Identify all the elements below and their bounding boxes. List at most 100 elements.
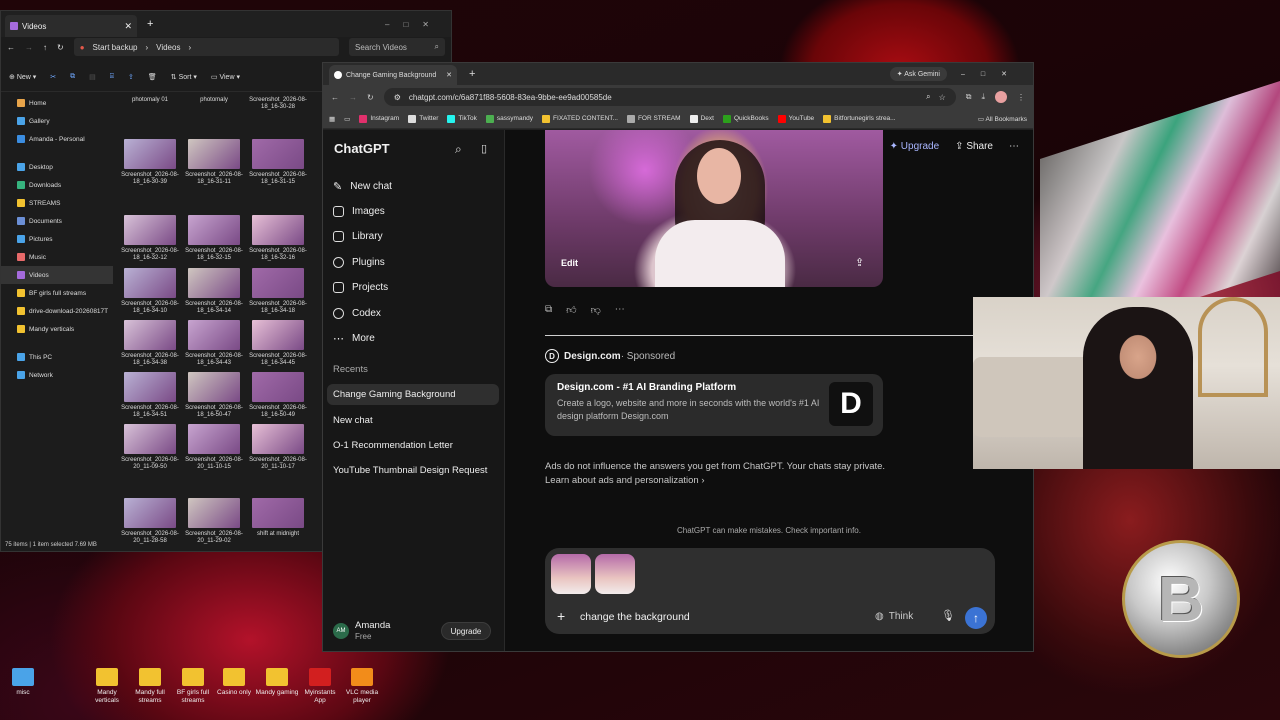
sidebar-item-streams[interactable]: STREAMS [1, 194, 113, 212]
add-attachment-icon[interactable]: + [557, 608, 565, 624]
sidebar-item-pictures[interactable]: Pictures [1, 230, 113, 248]
nav-images[interactable]: Images [333, 201, 385, 221]
zoom-icon[interactable]: ⌕ [926, 92, 930, 102]
reload-icon[interactable]: ↻ [367, 93, 374, 102]
forward-icon[interactable]: → [25, 43, 33, 52]
desktop-icon-0[interactable]: misc [1, 668, 45, 697]
file-item[interactable]: Screenshot_2026-08-18_16-34-14 [185, 268, 243, 315]
copy-icon[interactable]: ⧉ [70, 73, 75, 81]
generated-image[interactable]: Edit ⇪ [545, 130, 883, 287]
file-item[interactable]: Screenshot_2026-08-20_11-28-58 [121, 498, 179, 545]
menu-icon[interactable]: ⋮ [1017, 93, 1025, 102]
nav-library[interactable]: Library [333, 226, 383, 246]
paste-icon[interactable]: ▤ [89, 73, 96, 81]
new-button[interactable]: ⊕ New ▾ [9, 73, 36, 81]
delete-icon[interactable]: 🗑 [148, 73, 157, 81]
file-item[interactable]: Screenshot_2026-08-18_16-32-12 [121, 215, 179, 262]
address-bar[interactable]: ● Start backup › Videos › [73, 38, 339, 56]
bookmark-item[interactable]: TikTok [447, 114, 477, 123]
window-controls[interactable]: –□✕ [961, 70, 1023, 78]
share-image-icon[interactable]: ⇪ [855, 256, 864, 269]
sidebar-item-documents[interactable]: Documents [1, 212, 113, 230]
breadcrumb-videos[interactable]: Videos [156, 43, 180, 52]
rename-icon[interactable]: ⌸ [110, 73, 114, 81]
file-item[interactable]: Screenshot_2026-08-18_16-34-38 [121, 320, 179, 367]
sidebar-item-home[interactable]: Home [1, 94, 113, 112]
close-tab-icon[interactable]: ✕ [124, 21, 132, 32]
site-info-icon[interactable]: ⚙ [394, 93, 401, 102]
browser-tab[interactable]: Change Gaming Background ✕ [329, 65, 457, 85]
file-item[interactable]: Screenshot_2026-08-18_16-34-45 [249, 320, 307, 367]
ask-gemini-button[interactable]: ✦ Ask Gemini [889, 67, 947, 81]
desktop-icon-4[interactable]: Casino only [212, 668, 256, 697]
more-dots-icon[interactable]: ⋯ [615, 304, 625, 316]
attachment-thumbnail[interactable] [551, 554, 591, 594]
sidebar-item-bf-girls[interactable]: BF girls full streams [1, 284, 113, 302]
thumbs-up-icon[interactable]: 👍︎ [566, 304, 576, 316]
url-bar[interactable]: ⚙ chatgpt.com/c/6a871f88-5608-83ea-9bbe-… [383, 88, 956, 106]
start-backup-link[interactable]: Start backup [93, 43, 138, 52]
forward-icon[interactable]: → [349, 93, 357, 102]
nav-more[interactable]: ⋯ More [333, 328, 375, 348]
file-item[interactable]: Screenshot_2026-08-18_16-30-28 [249, 97, 307, 111]
sidebar-toggle-icon[interactable]: ▯ [481, 142, 487, 155]
sidebar-item-mandy-verticals[interactable]: Mandy verticals [1, 320, 113, 338]
sidebar-item-network[interactable]: Network [1, 366, 113, 384]
file-item[interactable]: Screenshot_2026-08-18_16-32-15 [185, 215, 243, 262]
chatgpt-logo[interactable]: ChatGPT [334, 141, 390, 156]
file-item[interactable]: Screenshot_2026-08-18_16-50-49 [249, 372, 307, 419]
new-tab-icon[interactable]: + [147, 18, 153, 30]
close-tab-icon[interactable]: ✕ [446, 71, 452, 79]
desktop-icon-3[interactable]: BF girls full streams [171, 668, 215, 705]
bookmark-item[interactable]: Twitter [408, 114, 438, 123]
composer-input[interactable]: change the background [580, 611, 690, 623]
apps-icon[interactable]: ▦ [329, 115, 335, 123]
sponsor-name[interactable]: Design.com [564, 351, 621, 362]
file-item[interactable]: Screenshot_2026-08-20_11-29-02 [185, 498, 243, 545]
file-item[interactable]: Screenshot_2026-08-18_16-34-10 [121, 268, 179, 315]
back-icon[interactable]: ← [7, 43, 15, 52]
copy-icon[interactable]: ⧉ [545, 304, 552, 316]
bookmark-item[interactable]: sassymandy [485, 114, 533, 123]
back-icon[interactable]: ← [331, 93, 339, 102]
file-item[interactable]: photomaly 01 [121, 97, 179, 104]
file-item[interactable]: Screenshot_2026-08-18_16-50-47 [185, 372, 243, 419]
more-options-icon[interactable]: ⋯ [1009, 141, 1019, 152]
bookmark-item[interactable]: Instagram [359, 114, 399, 123]
bookmark-item[interactable]: FIXATED CONTENT... [542, 114, 618, 123]
recent-chat-item[interactable]: Change Gaming Background [327, 384, 499, 405]
file-item[interactable]: shift at midnight [249, 498, 307, 538]
explorer-search-input[interactable]: Search Videos ⌕ [349, 38, 445, 56]
upgrade-button[interactable]: ✦ Upgrade [890, 141, 940, 152]
sort-button[interactable]: ⇅ Sort ▾ [171, 73, 197, 81]
share-button[interactable]: ⇪ Share [955, 141, 993, 152]
file-item[interactable]: Screenshot_2026-08-18_16-30-39 [121, 139, 179, 186]
attachment-thumbnail[interactable] [595, 554, 635, 594]
view-button[interactable]: ▭ View ▾ [211, 73, 240, 81]
recent-chat-item[interactable]: O-1 Recommendation Letter [327, 435, 499, 456]
file-item[interactable]: Screenshot_2026-08-18_16-34-18 [249, 268, 307, 315]
extensions-icon[interactable]: ⧉ [966, 92, 972, 102]
share-icon[interactable]: ⇪ [128, 73, 134, 81]
bookmark-item[interactable]: FOR STREAM [626, 114, 681, 123]
up-icon[interactable]: ↑ [43, 43, 47, 52]
nav-projects[interactable]: Projects [333, 277, 388, 297]
upgrade-button-small[interactable]: Upgrade [441, 622, 491, 640]
cut-icon[interactable]: ✂ [50, 73, 56, 81]
sidebar-item-music[interactable]: Music [1, 248, 113, 266]
file-item[interactable]: Screenshot_2026-08-18_16-34-51 [121, 372, 179, 419]
desktop-icon-5[interactable]: Mandy gaming [255, 668, 299, 697]
bookmark-star-icon[interactable]: ☆ [939, 93, 946, 102]
sidebar-item-gallery[interactable]: Gallery [1, 112, 113, 130]
bookmark-item[interactable]: Dext [689, 114, 714, 123]
desktop-icon-7[interactable]: VLC media player [340, 668, 384, 705]
explorer-tab[interactable]: Videos ✕ [5, 15, 137, 37]
downloads-icon[interactable]: ⤓ [981, 92, 985, 102]
file-item[interactable]: Screenshot_2026-08-20_11-10-15 [185, 424, 243, 471]
file-item[interactable]: Screenshot_2026-08-20_11-10-17 [249, 424, 307, 471]
microphone-icon[interactable]: 🎙︎ [941, 609, 955, 622]
recent-chat-item[interactable]: YouTube Thumbnail Design Request [327, 460, 499, 481]
file-item[interactable]: photomaly [185, 97, 243, 104]
file-item[interactable]: Screenshot_2026-08-18_16-32-16 [249, 215, 307, 262]
edit-image-button[interactable]: Edit [561, 258, 578, 268]
